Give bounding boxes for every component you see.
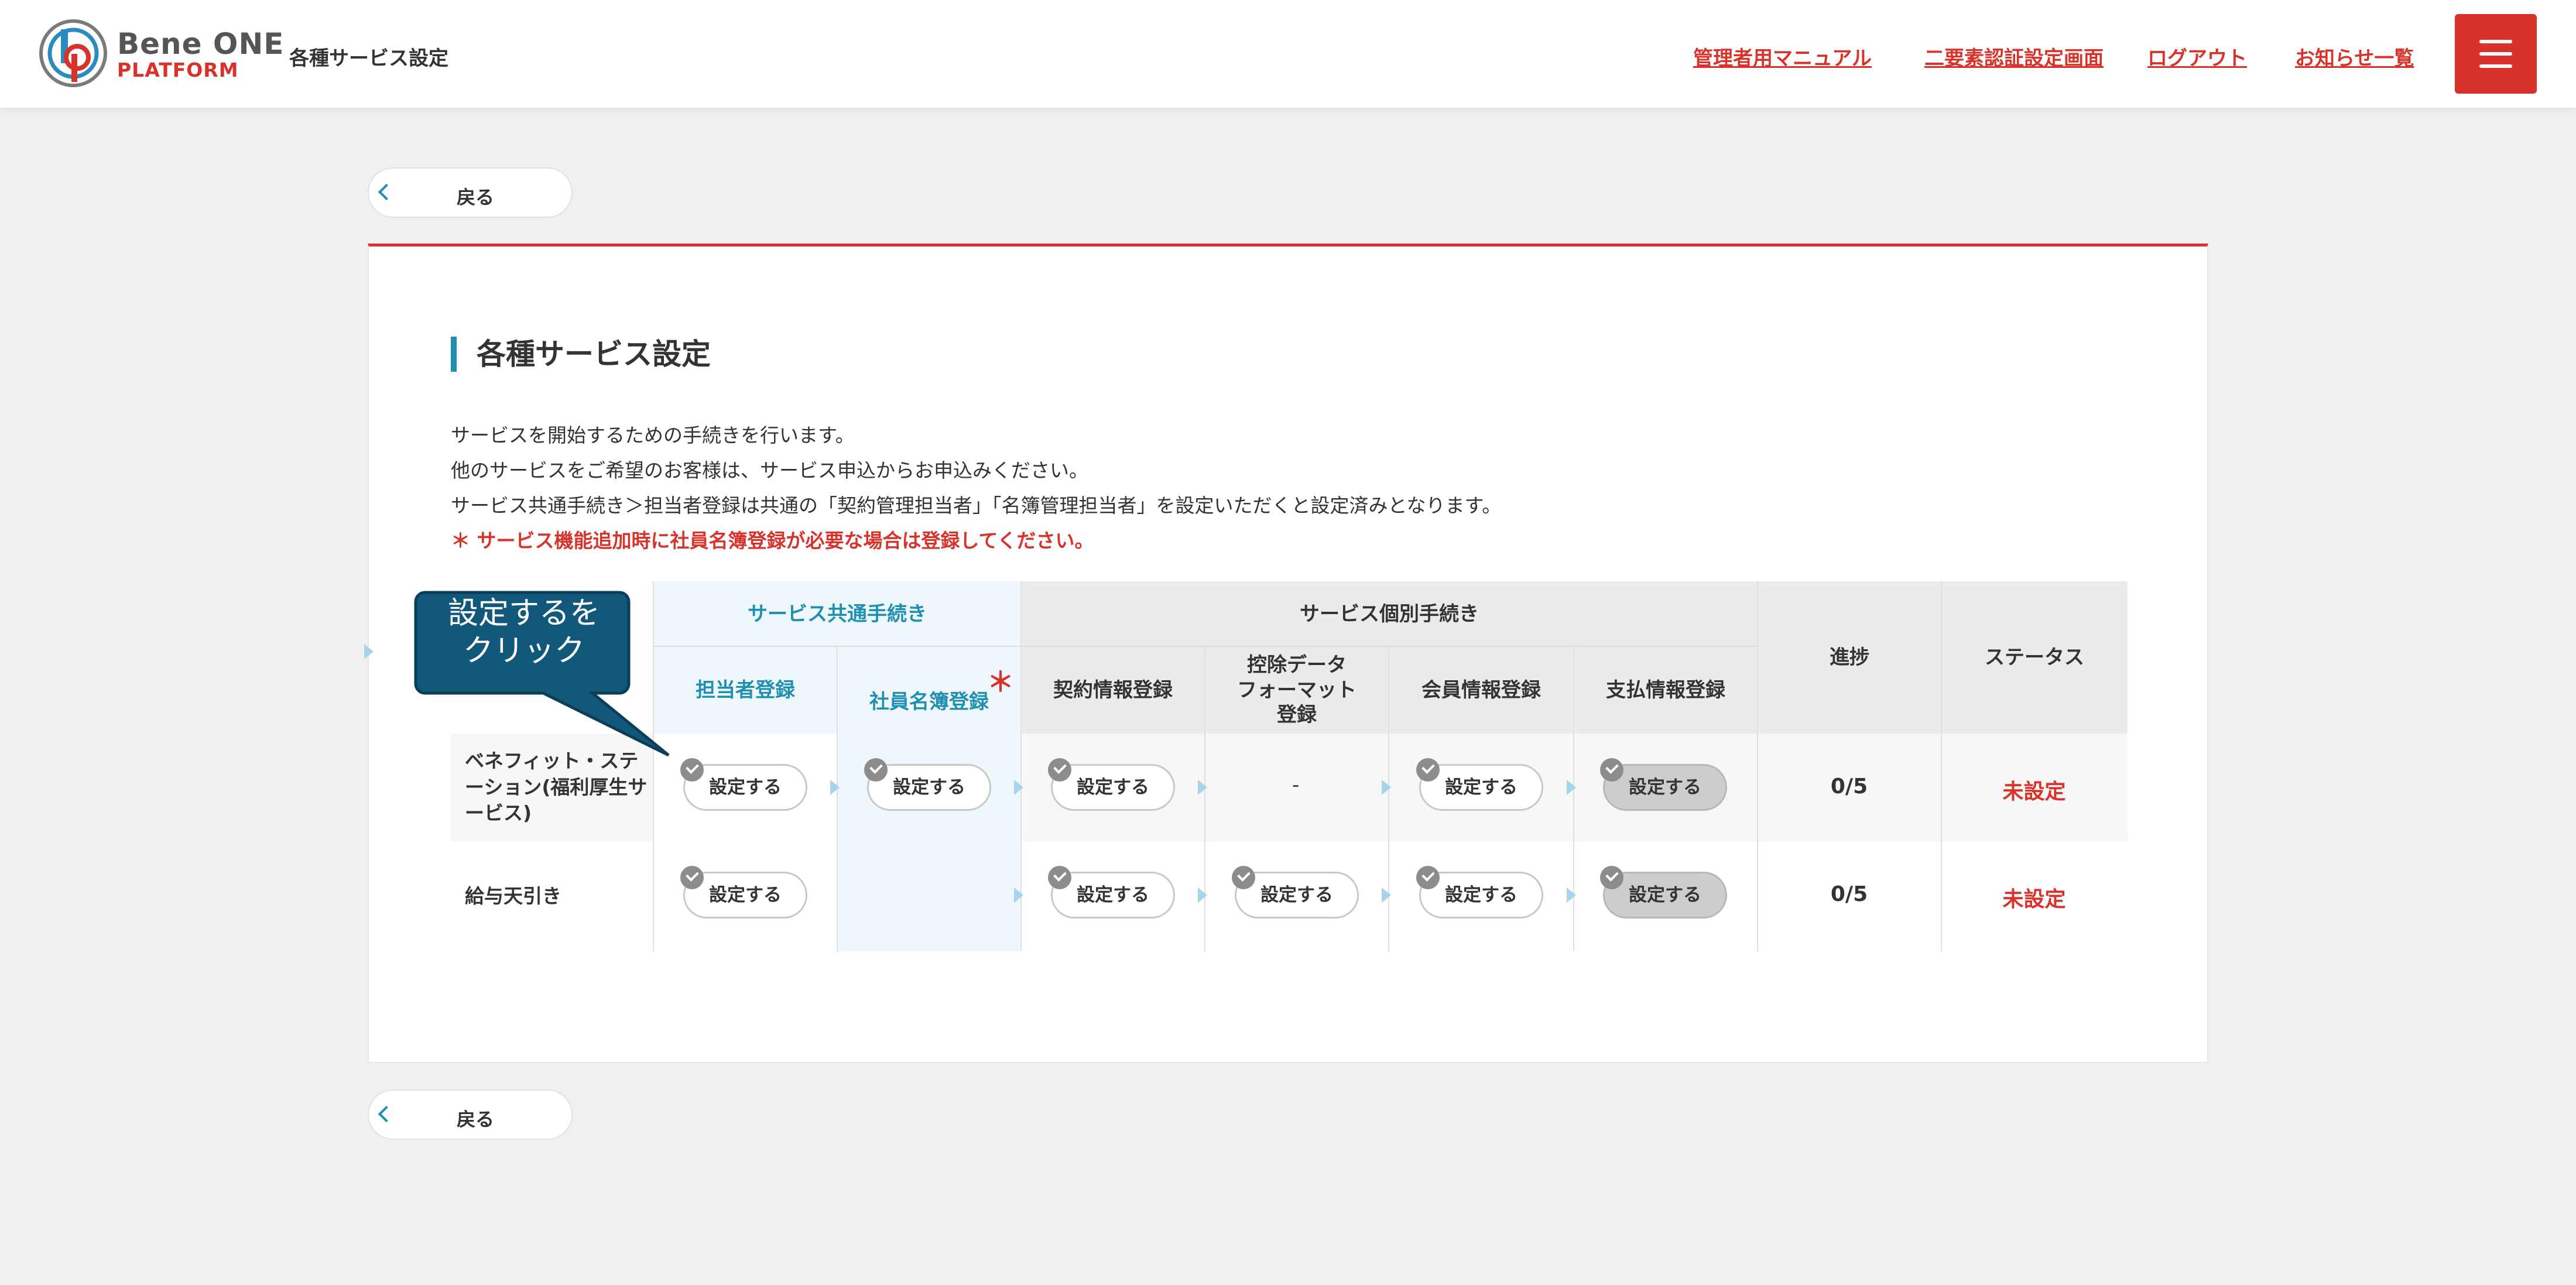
header-member-info-registration: 会員情報登録 [1389, 647, 1574, 734]
check-icon [680, 866, 704, 889]
row-name-payroll-deduction: 給与天引き [465, 884, 561, 907]
nav-admin-manual-link[interactable]: 管理者用マニュアル [1693, 42, 1872, 71]
required-note: ＊ サービス機能追加時に社員名簿登録が必要な場合は登録してください。 [451, 529, 1094, 552]
check-icon [864, 758, 888, 782]
header-common-procedures: サービス共通手続き [653, 581, 1021, 647]
nav-logout-link[interactable]: ログアウト [2147, 42, 2247, 71]
header: Bene ONE PLATFORM 各種サービス設定 管理者用マニュアル 二要素… [0, 0, 2576, 108]
page-title: 各種サービス設定 [451, 337, 711, 372]
menu-icon-bar [2479, 40, 2512, 43]
back-button-bottom[interactable]: 戻る [368, 1089, 573, 1140]
check-icon [1600, 758, 1623, 782]
status-badge-row1: 未設定 [2002, 780, 2066, 804]
header-contract-info-registration: 契約情報登録 [1021, 647, 1205, 734]
arrow-right-icon [1382, 887, 1391, 903]
back-button-label: 戻る [457, 186, 495, 208]
header-progress: 進捗 [1758, 581, 1941, 734]
callout-line-2: クリック [463, 633, 585, 669]
callout-line-1: 設定するを [447, 596, 600, 631]
chevron-left-icon [378, 1105, 395, 1123]
nav-notices-link[interactable]: お知らせ一覧 [2295, 42, 2414, 71]
back-button-top[interactable]: 戻る [368, 167, 573, 218]
service-settings-card: 各種サービス設定 サービスを開始するための手続きを行います。 他のサービスをご希… [368, 244, 2208, 1063]
callout-text: 設定するを クリック [416, 595, 632, 670]
arrow-right-icon [1567, 780, 1576, 795]
grid-line [837, 647, 838, 951]
arrow-right-icon [830, 780, 840, 795]
grid-line [1941, 581, 1942, 951]
header-individual-procedures: サービス個別手続き [1021, 581, 1758, 647]
check-icon [680, 758, 704, 782]
logo-text-bene-one: Bene ONE [117, 27, 285, 61]
logo-text-platform: PLATFORM [117, 59, 239, 81]
status-badge-row2: 未設定 [2002, 887, 2066, 912]
header-payment-info-registration: 支払情報登録 [1574, 647, 1758, 734]
chevron-left-icon [378, 183, 395, 201]
description-line-1: サービスを開始するための手続きを行います。 [451, 424, 855, 447]
header-title: 各種サービス設定 [289, 47, 448, 70]
arrow-right-icon [1198, 780, 1207, 795]
grid-line [1204, 647, 1205, 951]
not-applicable-dash: - [1292, 773, 1300, 797]
header-deduction-format-registration: 控除データ フォーマット 登録 [1205, 647, 1389, 734]
check-icon [1232, 866, 1255, 889]
arrow-right-icon [1014, 887, 1023, 903]
grid-line [1573, 647, 1574, 951]
back-button-label: 戻る [457, 1108, 495, 1130]
check-icon [1048, 758, 1071, 782]
progress-row1: 0/5 [1830, 775, 1868, 799]
row-name-benefit-station: ベネフィット・ステーション(福利厚生サービス) [465, 749, 648, 825]
arrow-right-icon [1198, 887, 1207, 903]
description-line-3: サービス共通手続き＞担当者登録は共通の「契約管理担当者」「名簿管理担当者」を設定… [451, 494, 1502, 517]
check-icon [1416, 758, 1440, 782]
hamburger-menu-button[interactable] [2455, 14, 2537, 94]
arrow-right-icon [1382, 780, 1391, 795]
check-icon [1048, 866, 1071, 889]
progress-row2: 0/5 [1830, 882, 1868, 906]
arrow-right-icon [1567, 887, 1576, 903]
description-line-2: 他のサービスをご希望のお客様は、サービス申込からお申込みください。 [451, 459, 1088, 482]
check-icon [1600, 866, 1623, 889]
bene-one-logo-icon[interactable] [39, 19, 108, 88]
header-contact-registration: 担当者登録 [653, 647, 837, 734]
grid-line [653, 646, 1758, 647]
required-asterisk: ＊ [987, 666, 1014, 698]
arrow-right-icon [364, 644, 374, 659]
menu-icon-bar [2479, 64, 2512, 68]
check-icon [1416, 866, 1440, 889]
grid-line [1388, 647, 1389, 951]
nav-two-factor-link[interactable]: 二要素認証設定画面 [1924, 42, 2104, 71]
arrow-right-icon [1014, 780, 1023, 795]
header-status: ステータス [1941, 581, 2128, 734]
service-table: サービス共通手続き サービス個別手続き 進捗 ステータス 担当者登録 社員名簿登… [451, 581, 2128, 951]
menu-icon-bar [2479, 52, 2512, 56]
